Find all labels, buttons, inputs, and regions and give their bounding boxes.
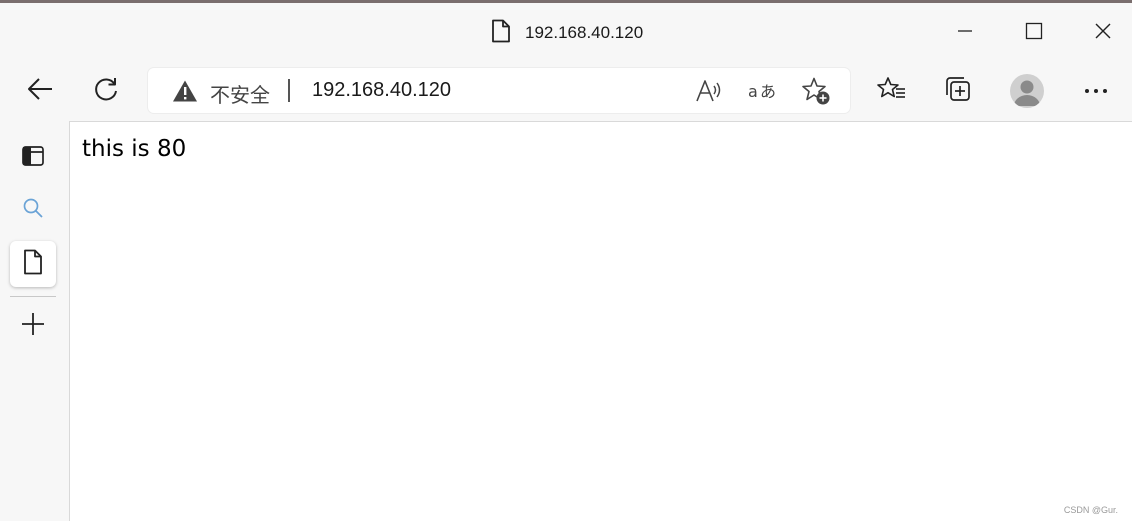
minimize-icon <box>957 23 973 44</box>
maximize-button[interactable] <box>1014 15 1054 51</box>
navigation-toolbar: 不安全 192.168.40.120 a あ <box>0 61 1132 121</box>
translate-icon[interactable]: a あ <box>746 75 778 107</box>
tab-actions-icon <box>21 144 45 173</box>
back-arrow-icon <box>26 77 54 106</box>
search-tabs-button[interactable] <box>10 187 56 233</box>
collections-icon <box>944 75 972 108</box>
page-content: this is 80 CSDN @Gur. <box>70 121 1132 521</box>
profile-button[interactable] <box>1010 74 1044 108</box>
address-bar[interactable]: 不安全 192.168.40.120 a あ <box>148 68 850 113</box>
minimize-button[interactable] <box>945 15 985 51</box>
security-status-label[interactable]: 不安全 <box>210 79 270 108</box>
plus-icon <box>21 312 45 341</box>
favorites-icon <box>877 76 907 107</box>
page-icon <box>491 19 511 48</box>
url-text[interactable]: 192.168.40.120 <box>312 79 451 102</box>
add-favorite-icon[interactable] <box>800 75 832 107</box>
window-title: 192.168.40.120 <box>525 23 644 42</box>
refresh-button[interactable] <box>86 71 126 111</box>
more-options-button[interactable] <box>1076 71 1116 111</box>
page-icon <box>23 249 43 280</box>
collections-button[interactable] <box>938 71 978 111</box>
svg-text:あ: あ <box>760 82 776 101</box>
back-button[interactable] <box>20 71 60 111</box>
profile-icon <box>1010 80 1044 108</box>
maximize-icon <box>1025 22 1043 45</box>
watermark-text: CSDN @Gur. <box>1063 505 1118 515</box>
tab-item-current[interactable] <box>10 241 56 287</box>
svg-text:a: a <box>748 82 758 101</box>
sidebar-divider <box>10 296 56 297</box>
browser-window: 192.168.40.120 不安全 192.168.40.120 a あ th… <box>0 0 1132 521</box>
read-aloud-icon[interactable] <box>692 75 724 107</box>
page-body-text: this is 80 <box>82 136 187 162</box>
close-icon <box>1094 22 1112 45</box>
window-title-group: 192.168.40.120 <box>491 19 643 47</box>
favorites-button[interactable] <box>872 71 912 111</box>
address-divider <box>288 79 290 102</box>
refresh-icon <box>92 75 120 108</box>
new-tab-button[interactable] <box>10 303 56 349</box>
tab-actions-button[interactable] <box>10 135 56 181</box>
warning-icon[interactable] <box>172 79 198 108</box>
title-bar: 192.168.40.120 <box>0 3 1132 61</box>
vertical-tabs-sidebar <box>0 121 70 521</box>
search-icon <box>22 197 44 224</box>
close-button[interactable] <box>1083 15 1123 51</box>
more-icon <box>1084 82 1108 100</box>
